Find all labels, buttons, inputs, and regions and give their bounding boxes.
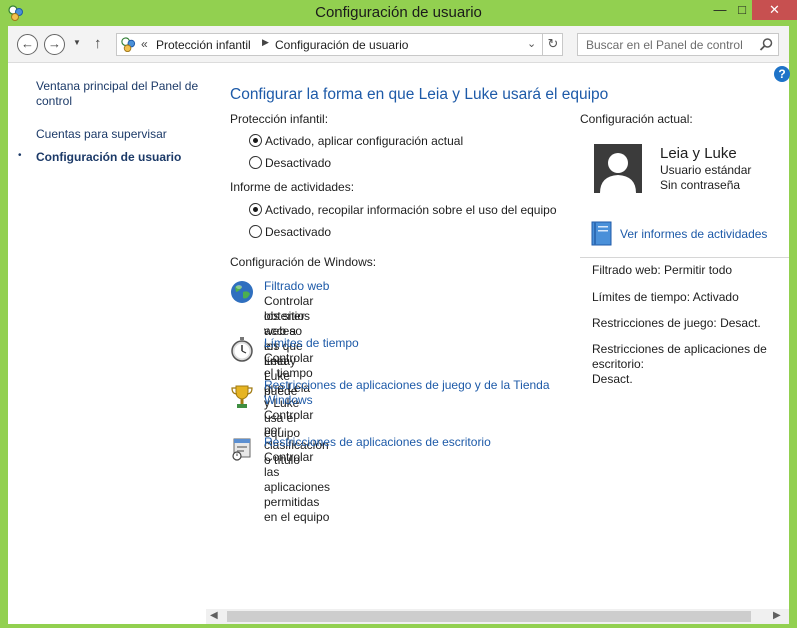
search-placeholder: Buscar en el Panel de control (586, 38, 743, 52)
globe-icon (231, 281, 253, 303)
window-title: Configuración de usuario (315, 4, 482, 21)
view-activity-reports-link[interactable]: Ver informes de actividades (620, 227, 767, 241)
web-filtering-link[interactable]: Filtrado web (264, 279, 329, 294)
forward-button[interactable]: → (44, 34, 65, 55)
current-time-limits: Límites de tiempo: Activado (592, 290, 739, 304)
up-button[interactable]: ↑ (94, 35, 102, 52)
time-limits-link[interactable]: Límites de tiempo (264, 336, 359, 351)
radio-unselected-icon[interactable] (249, 225, 262, 238)
user-account-type: Usuario estándar (660, 163, 752, 177)
current-settings-label: Configuración actual: (580, 112, 693, 126)
game-restrictions-link-line2[interactable]: Windows (264, 393, 313, 408)
avatar (594, 144, 642, 193)
refresh-button[interactable]: ↻ (542, 34, 563, 55)
stopwatch-icon (231, 337, 253, 362)
desktop-app-icon (232, 438, 251, 461)
current-desktop-line3: Desact. (592, 372, 633, 386)
current-game-restrictions: Restricciones de juego: Desact. (592, 316, 761, 330)
back-button[interactable]: ← (17, 34, 38, 55)
horizontal-scrollbar[interactable]: ◀ ▶ (206, 609, 789, 624)
sidebar-item-accounts-to-monitor[interactable]: Cuentas para supervisar (36, 127, 167, 142)
selected-bullet-icon: • (18, 150, 22, 161)
parental-on-label[interactable]: Activado, aplicar configuración actual (265, 134, 463, 148)
window-frame-bottom (0, 624, 797, 628)
trophy-icon (231, 385, 253, 408)
breadcrumb-overflow-icon[interactable]: « (141, 37, 148, 51)
windows-settings-label: Configuración de Windows: (230, 255, 377, 269)
recent-locations-dropdown[interactable]: ▼ (73, 38, 81, 47)
game-restrictions-link-line1[interactable]: Restricciones de aplicaciones de juego y… (264, 378, 550, 393)
scrollbar-thumb[interactable] (227, 611, 751, 622)
search-input[interactable]: Buscar en el Panel de control (577, 33, 779, 56)
activity-report-icon[interactable] (591, 221, 612, 246)
user-name: Leia y Luke (660, 145, 737, 162)
current-desktop-line1: Restricciones de aplicaciones de (592, 342, 767, 356)
breadcrumb-parental-controls[interactable]: Protección infantil (156, 38, 251, 52)
window-frame-right (789, 26, 797, 628)
breadcrumb-separator-icon[interactable]: ▶ (262, 37, 269, 48)
scroll-left-icon[interactable]: ◀ (210, 610, 218, 621)
sidebar-item-user-settings[interactable]: Configuración de usuario (36, 150, 181, 165)
search-icon[interactable] (759, 37, 774, 52)
current-web-filter: Filtrado web: Permitir todo (592, 263, 733, 277)
activity-report-label: Informe de actividades: (230, 180, 355, 194)
parental-off-label[interactable]: Desactivado (265, 156, 331, 170)
activity-on-label[interactable]: Activado, recopilar información sobre el… (265, 203, 557, 217)
scroll-right-icon[interactable]: ▶ (773, 610, 781, 621)
desktop-apps-link[interactable]: Restricciones de aplicaciones de escrito… (264, 435, 491, 450)
control-panel-icon (121, 37, 136, 53)
radio-unselected-icon[interactable] (249, 156, 262, 169)
address-dropdown-icon[interactable]: ⌄ (527, 37, 536, 50)
page-title: Configurar la forma en que Leia y Luke u… (230, 86, 609, 103)
radio-selected-icon[interactable] (249, 203, 262, 216)
parental-controls-label: Protección infantil: (230, 112, 329, 126)
window-frame-left (0, 26, 8, 628)
activity-off-label[interactable]: Desactivado (265, 225, 331, 239)
user-password-status: Sin contraseña (660, 178, 741, 192)
breadcrumb-user-settings[interactable]: Configuración de usuario (275, 38, 408, 52)
close-button[interactable]: ✕ (752, 0, 797, 20)
navigation-bar: ← → ▼ ↑ « Protección infantil ▶ Configur… (8, 26, 789, 63)
radio-selected-icon[interactable] (249, 134, 262, 147)
desktop-apps-desc: Controlar las aplicaciones permitidas en… (264, 450, 331, 524)
address-bar[interactable]: « Protección infantil ▶ Configuración de… (116, 33, 563, 56)
user-silhouette-icon (600, 153, 636, 193)
maximize-button[interactable]: □ (732, 0, 752, 20)
minimize-button[interactable]: — (708, 0, 732, 20)
current-desktop-line2: escritorio: (592, 357, 645, 371)
title-bar: Configuración de usuario — □ ✕ (0, 0, 797, 26)
divider (580, 257, 789, 258)
help-icon[interactable]: ? (774, 66, 790, 82)
sidebar-item-control-panel-home[interactable]: Ventana principal del Panel de control (36, 79, 206, 109)
current-desktop-restrictions: Restricciones de aplicaciones de escrito… (592, 342, 782, 387)
